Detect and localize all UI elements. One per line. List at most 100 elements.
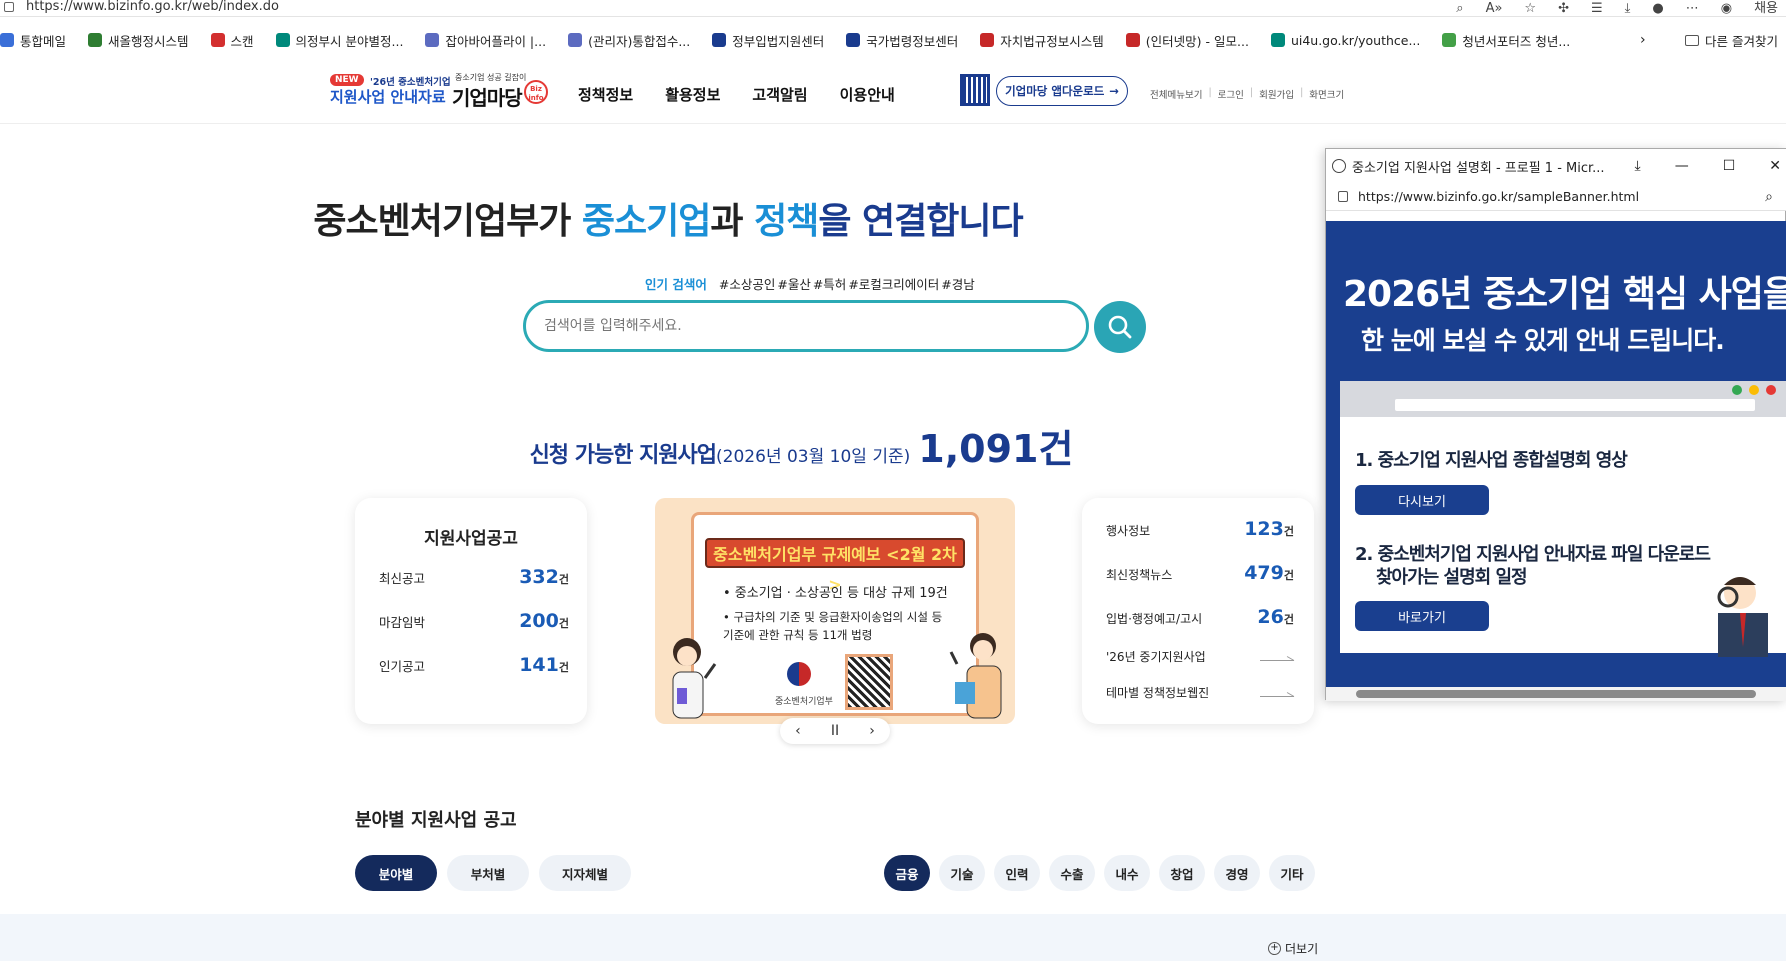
popup-item-2b: 찾아가는 설명회 일정: [1376, 567, 1528, 588]
popup-address-bar[interactable]: https://www.bizinfo.go.kr/sampleBanner.h…: [1326, 183, 1786, 211]
bookmark-favicon-icon: [1125, 33, 1140, 47]
card-title: 지원사업공고: [424, 529, 518, 549]
bookmark-item[interactable]: 의정부시 분야별정...: [275, 31, 403, 50]
bookmark-item[interactable]: 통합메일: [0, 31, 66, 50]
keyword-link[interactable]: #소상공인: [719, 274, 775, 293]
close-icon[interactable]: ✕: [1769, 158, 1781, 174]
replay-button[interactable]: 다시보기: [1355, 485, 1489, 515]
favorite-icon[interactable]: ☆: [1524, 1, 1536, 16]
util-all-menu[interactable]: 전체메뉴보기: [1150, 87, 1202, 101]
link-row-2026-programs[interactable]: '26년 중기지원사업: [1106, 648, 1294, 665]
keyword-link[interactable]: #울산: [777, 274, 810, 293]
nav-usage-info[interactable]: 활용정보: [665, 84, 720, 105]
address-bar[interactable]: https://www.bizinfo.go.kr/web/index.do ⌕…: [0, 0, 1786, 17]
arrow-right-icon: [1260, 689, 1294, 697]
bookmark-label: 자치법규정보시스템: [1000, 33, 1104, 49]
stat-row-latest[interactable]: 최신공고 332건: [379, 566, 569, 588]
bookmark-item[interactable]: ui4u.go.kr/youthce...: [1270, 33, 1420, 48]
copilot-icon[interactable]: ◉: [1721, 1, 1732, 16]
nav-guide[interactable]: 이용안내: [840, 84, 895, 105]
tab-domestic[interactable]: 내수: [1104, 855, 1150, 891]
popup-horizontal-scrollbar[interactable]: [1326, 687, 1786, 701]
banner-controls: ‹ II ›: [780, 718, 890, 744]
regulation-banner[interactable]: 중소벤처기업부 규제예보 <2월 2차> • 중소기업 · 소상공인 등 대상 …: [655, 498, 1015, 724]
tab-export[interactable]: 수출: [1049, 855, 1095, 891]
tab-startup[interactable]: 창업: [1159, 855, 1205, 891]
list-area: [0, 914, 1786, 961]
bookmark-favicon-icon: [712, 33, 727, 47]
nav-customer-notice[interactable]: 고객알림: [752, 84, 807, 105]
maximize-icon[interactable]: ☐: [1723, 158, 1736, 174]
bookmark-item[interactable]: 스캔: [210, 31, 254, 50]
bookmarks-overflow-chevron-icon[interactable]: ›: [1640, 32, 1646, 48]
app-download-button[interactable]: 기업마당 앱다운로드 →: [996, 76, 1128, 106]
stat-row-popular[interactable]: 인기공고 141건: [379, 654, 569, 676]
more-link[interactable]: + 더보기: [1268, 940, 1318, 957]
bookmark-item[interactable]: (인터넷망) - 일모...: [1125, 31, 1249, 50]
util-screen-size[interactable]: 화면크기: [1309, 87, 1344, 101]
tab-manpower[interactable]: 인력: [994, 855, 1040, 891]
read-aloud-icon[interactable]: A»: [1486, 1, 1503, 16]
address-url[interactable]: https://www.bizinfo.go.kr/web/index.do: [26, 0, 279, 14]
stat-unit: 건: [1283, 569, 1294, 582]
bookmark-item[interactable]: 국가법령정보센터: [846, 31, 958, 50]
stat-row-news[interactable]: 최신정책뉴스 479건: [1106, 562, 1294, 584]
bookmark-item[interactable]: 청년서포터즈 청년...: [1442, 31, 1570, 50]
hero-title-policy: 정책: [754, 201, 819, 242]
util-login[interactable]: 로그인: [1218, 87, 1244, 101]
banner-next-button[interactable]: ›: [869, 723, 875, 739]
scrollbar-thumb[interactable]: [1356, 690, 1756, 698]
extensions-icon[interactable]: ✣: [1558, 1, 1569, 16]
tab-etc[interactable]: 기타: [1269, 855, 1315, 891]
keyword-link[interactable]: #경남: [941, 274, 974, 293]
util-signup[interactable]: 회원가입: [1259, 87, 1294, 101]
support-notice-card: 지원사업공고 최신공고 332건 마감임박 200건 인기공고 141건: [355, 498, 587, 724]
popup-url[interactable]: https://www.bizinfo.go.kr/sampleBanner.h…: [1358, 189, 1639, 204]
download-icon[interactable]: ⤓: [1635, 158, 1641, 174]
bookmark-label: 잡아바어플라이 |...: [445, 33, 547, 49]
tab-by-region[interactable]: 지자체별: [539, 855, 631, 891]
keyword-link[interactable]: #로컬크리에이터: [848, 274, 939, 293]
other-favorites-label: 다른 즐겨찾기: [1705, 34, 1778, 49]
link-row-webzine[interactable]: 테마별 정책정보웹진: [1106, 684, 1294, 701]
other-favorites-button[interactable]: 다른 즐겨찾기: [1685, 31, 1778, 50]
banner-pause-button[interactable]: II: [831, 723, 839, 739]
keyword-link[interactable]: #특허: [813, 274, 846, 293]
bookmark-favicon-icon: [210, 33, 225, 47]
bookmark-item[interactable]: 잡아바어플라이 |...: [425, 31, 546, 50]
tab-by-field[interactable]: 분야별: [355, 855, 437, 891]
zoom-icon[interactable]: ⌕: [1765, 189, 1773, 205]
banner-prev-button[interactable]: ‹: [795, 723, 801, 739]
minimize-icon[interactable]: —: [1675, 158, 1689, 174]
search-input[interactable]: [523, 300, 1089, 352]
stat-label: 최신공고: [379, 571, 426, 586]
stat-row-events[interactable]: 행사정보 123건: [1106, 518, 1294, 540]
window-right-label: 채용: [1754, 0, 1778, 16]
arrow-right-icon: [1260, 653, 1294, 661]
popup-titlebar[interactable]: 중소기업 지원사업 설명회 - 프로필 1 - Micr... ⤓ — ☐ ✕: [1326, 149, 1786, 183]
favorites-bar-icon[interactable]: ☰: [1591, 1, 1603, 16]
tab-management[interactable]: 경영: [1214, 855, 1260, 891]
stat-row-legislation[interactable]: 입법·행정예고/고시 26건: [1106, 606, 1294, 628]
tab-by-ministry[interactable]: 부처별: [447, 855, 529, 891]
bookmark-item[interactable]: (관리자)통합접수...: [568, 31, 690, 50]
site-info-icon[interactable]: [4, 2, 14, 12]
bookmark-item[interactable]: 새올행정시스템: [88, 31, 189, 50]
stat-unit: 건: [1283, 613, 1294, 626]
tab-finance[interactable]: 금융: [884, 855, 930, 891]
tab-technology[interactable]: 기술: [939, 855, 985, 891]
more-icon[interactable]: ⋯: [1686, 1, 1699, 16]
bookmark-item[interactable]: 정부입법지원센터: [712, 31, 824, 50]
hero-title: 중소벤처기업부가 중소기업과 정책을 연결합니다: [0, 192, 1336, 244]
go-button[interactable]: 바로가기: [1355, 601, 1489, 631]
arrow-right-icon: →: [1109, 84, 1119, 98]
main-nav: 정책정보 활용정보 고객알림 이용안내: [578, 84, 895, 105]
nav-policy-info[interactable]: 정책정보: [578, 84, 633, 105]
app-download-label: 기업마당 앱다운로드: [1005, 84, 1105, 98]
zoom-icon[interactable]: ⌕: [1456, 1, 1463, 16]
bookmark-item[interactable]: 자치법규정보시스템: [980, 31, 1104, 50]
profile-icon[interactable]: ●: [1652, 1, 1663, 16]
stat-row-deadline[interactable]: 마감임박 200건: [379, 610, 569, 632]
downloads-icon[interactable]: ⤓: [1625, 1, 1631, 16]
search-button[interactable]: [1094, 301, 1146, 353]
